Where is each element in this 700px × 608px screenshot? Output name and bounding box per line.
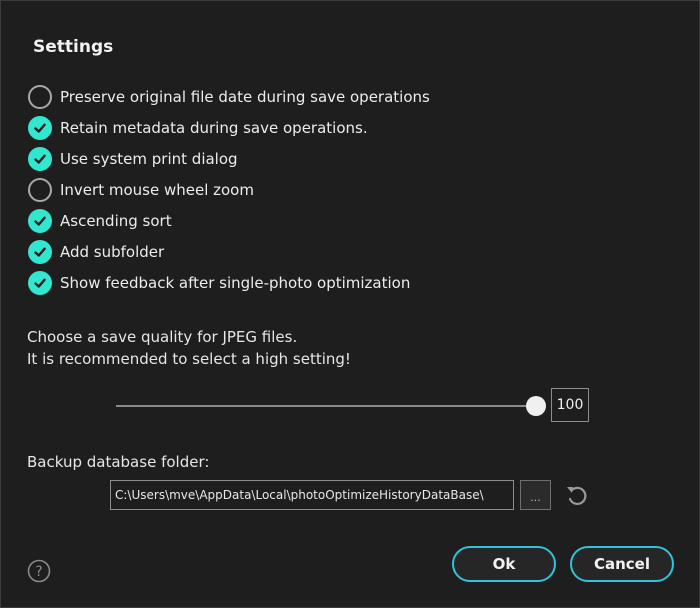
help-icon[interactable]: ? [27,559,51,583]
cancel-button[interactable]: Cancel [570,546,674,582]
option-invert-wheel-zoom[interactable]: Invert mouse wheel zoom [28,178,254,202]
checkbox-icon[interactable] [28,178,52,202]
checkbox-icon[interactable] [28,116,52,140]
option-label: Retain metadata during save operations. [60,119,368,137]
dialog-title: Settings [33,37,114,57]
option-add-subfolder[interactable]: Add subfolder [28,240,164,264]
checkbox-icon[interactable] [28,240,52,264]
option-preserve-file-date[interactable]: Preserve original file date during save … [28,85,430,109]
option-show-feedback[interactable]: Show feedback after single-photo optimiz… [28,271,410,295]
option-ascending-sort[interactable]: Ascending sort [28,209,172,233]
browse-button[interactable]: ... [520,480,551,510]
option-label: Invert mouse wheel zoom [60,181,254,199]
jpeg-quality-description: Choose a save quality for JPEG files. It… [27,326,351,370]
checkbox-icon[interactable] [28,147,52,171]
jpeg-quality-line2: It is recommended to select a high setti… [27,350,351,368]
svg-text:?: ? [35,564,42,580]
backup-folder-input[interactable]: C:\Users\mve\AppData\Local\photoOptimize… [110,480,514,510]
jpeg-quality-value: 100 [551,388,589,422]
option-label: Show feedback after single-photo optimiz… [60,274,411,292]
option-system-print-dialog[interactable]: Use system print dialog [28,147,238,171]
checkbox-icon[interactable] [28,271,52,295]
option-retain-metadata[interactable]: Retain metadata during save operations. [28,116,368,140]
checkbox-icon[interactable] [28,209,52,233]
slider-track[interactable] [116,405,536,407]
undo-icon[interactable] [564,482,590,508]
checkbox-icon[interactable] [28,85,52,109]
jpeg-quality-line1: Choose a save quality for JPEG files. [27,328,298,346]
jpeg-quality-slider[interactable] [116,394,546,418]
option-label: Add subfolder [60,243,165,261]
settings-dialog: Settings Preserve original file date dur… [0,0,700,608]
slider-thumb[interactable] [526,396,546,416]
option-label: Preserve original file date during save … [60,88,430,106]
option-label: Ascending sort [60,212,172,230]
backup-folder-label: Backup database folder: [27,453,210,471]
ok-button[interactable]: Ok [452,546,556,582]
option-label: Use system print dialog [60,150,238,168]
